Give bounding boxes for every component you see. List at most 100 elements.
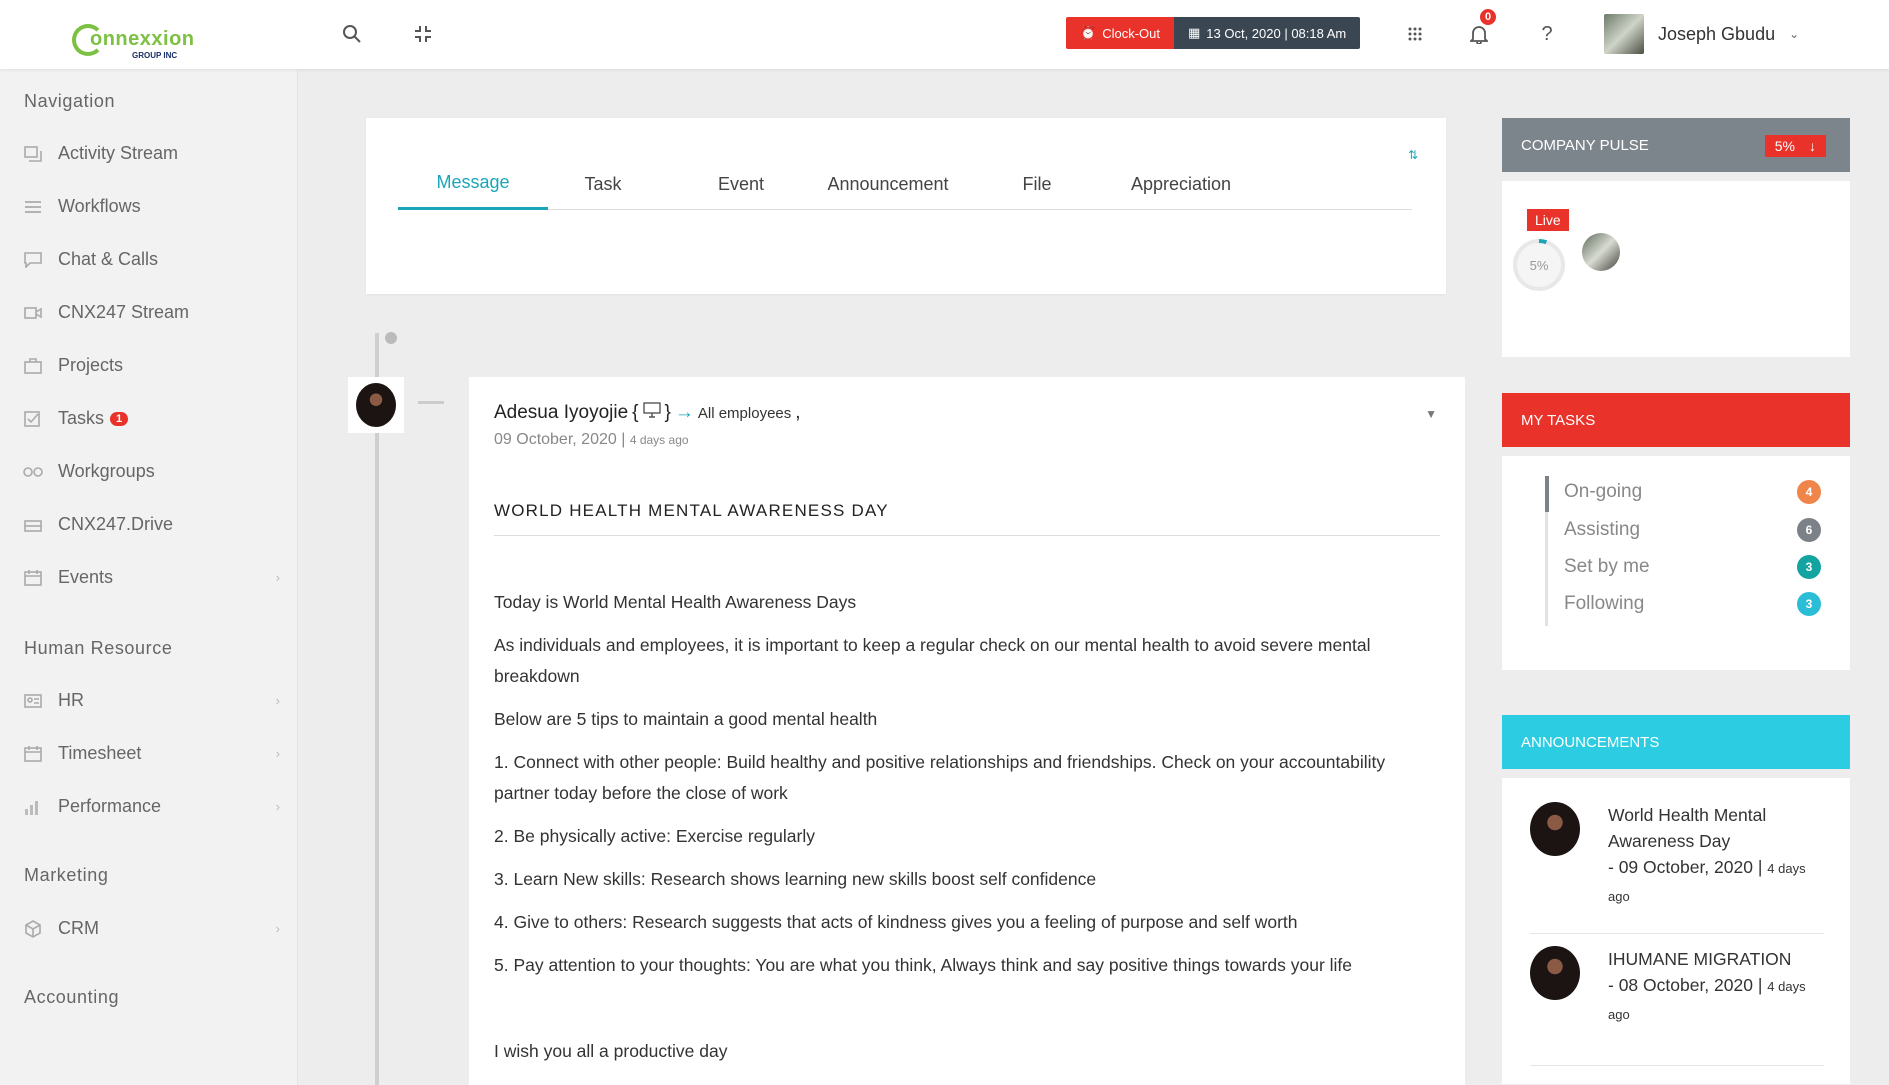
tasks-icon <box>22 410 44 428</box>
date-time-display: ▦ 13 Oct, 2020 | 08:18 Am <box>1173 17 1361 49</box>
sidebar-item-workgroups[interactable]: Workgroups <box>22 461 280 482</box>
post-audience[interactable]: All employees <box>698 405 791 422</box>
pulse-user-avatar[interactable] <box>1582 233 1620 271</box>
post-meta: 09 October, 2020 | 4 days ago <box>494 431 689 448</box>
announcement-text: World Health Mental Awareness Day - 09 O… <box>1608 802 1824 910</box>
sidebar-item-label: Timesheet <box>58 743 142 763</box>
sidebar: Navigation Activity Stream Workflows Cha… <box>0 69 298 1085</box>
compress-icon[interactable] <box>408 19 438 49</box>
announcement-item[interactable]: World Health Mental Awareness Day - 09 O… <box>1530 802 1824 934</box>
pulse-gauge-label: 5% <box>1529 257 1549 273</box>
post-paragraph: 5. Pay attention to your thoughts: You a… <box>494 955 1353 975</box>
post-paragraph: Today is World Mental Health Awareness D… <box>494 592 857 612</box>
task-row-assisting[interactable]: Assisting 6 <box>1546 518 1821 542</box>
activity-stream-icon <box>22 145 44 163</box>
performance-icon <box>22 798 44 816</box>
post-composer: Message Task Event Announcement File App… <box>366 118 1446 294</box>
tab-announcement[interactable]: Announcement <box>824 158 952 210</box>
my-tasks-header: MY TASKS <box>1502 393 1850 447</box>
task-row-following[interactable]: Following 3 <box>1546 592 1821 616</box>
announcements-title: ANNOUNCEMENTS <box>1521 733 1660 751</box>
timesheet-icon <box>22 745 44 763</box>
chevron-right-icon: › <box>275 746 280 761</box>
tab-file[interactable]: File <box>952 158 1122 210</box>
post-paragraph: 2. Be physically active: Exercise regula… <box>494 826 815 846</box>
sidebar-item-chat-calls[interactable]: Chat & Calls <box>22 249 280 270</box>
sidebar-item-hr[interactable]: HR › <box>22 690 280 711</box>
arrow-right-icon: → <box>674 402 694 423</box>
task-count-badge: 3 <box>1797 555 1821 579</box>
announcement-author-avatar <box>1530 802 1580 856</box>
sidebar-item-label: Performance <box>58 796 162 816</box>
task-row-set-by-me[interactable]: Set by me 3 <box>1546 555 1821 579</box>
company-pulse-body: Live 5% <box>1502 181 1850 357</box>
sidebar-item-label: CRM <box>58 918 99 938</box>
company-logo[interactable]: onnexxion GROUP INC <box>72 20 194 62</box>
user-avatar <box>1604 14 1644 54</box>
post-author-name[interactable]: Adesua Iyoyojie <box>494 402 628 424</box>
my-tasks-body: On-going 4 Assisting 6 Set by me 3 Follo… <box>1502 456 1850 670</box>
task-row-label: Set by me <box>1564 556 1650 577</box>
sidebar-item-activity-stream[interactable]: Activity Stream <box>22 143 280 164</box>
alarm-icon: ⏰ <box>1080 25 1097 40</box>
drive-icon <box>22 516 44 534</box>
sidebar-item-timesheet[interactable]: Timesheet › <box>22 743 280 764</box>
tab-appreciation[interactable]: Appreciation <box>1122 158 1240 210</box>
section-human-resource: Human Resource <box>24 638 173 658</box>
task-row-ongoing[interactable]: On-going 4 <box>1546 480 1821 504</box>
sidebar-item-performance[interactable]: Performance › <box>22 796 280 817</box>
sidebar-item-label: Events <box>58 567 114 587</box>
timeline-dot <box>385 332 397 344</box>
post-title: WORLD HEALTH MENTAL AWARENESS DAY <box>494 501 1440 536</box>
logo-word: onnexxion <box>90 28 195 50</box>
apps-grid-icon[interactable] <box>1400 19 1430 49</box>
sidebar-item-drive[interactable]: CNX247.Drive <box>22 514 280 535</box>
post-author-avatar[interactable] <box>348 377 404 433</box>
chevron-down-icon: ⌄ <box>1789 27 1800 41</box>
my-tasks-widget: MY TASKS On-going 4 Assisting 6 Set by m… <box>1502 393 1850 670</box>
hr-icon <box>22 692 44 710</box>
user-name: Joseph Gbudu <box>1658 23 1776 44</box>
events-icon <box>22 569 44 587</box>
sidebar-item-crm[interactable]: CRM › <box>22 918 280 939</box>
sidebar-item-workflows[interactable]: Workflows <box>22 196 280 217</box>
my-tasks-title: MY TASKS <box>1521 411 1596 429</box>
post-date: 09 October, 2020 <box>494 431 617 448</box>
post-ago: 4 days ago <box>629 433 689 447</box>
sidebar-item-label: Workgroups <box>58 461 155 481</box>
tab-task[interactable]: Task <box>548 158 658 210</box>
sidebar-item-tasks[interactable]: Tasks 1 <box>22 408 280 429</box>
announcement-title[interactable]: World Health Mental Awareness Day <box>1608 802 1798 854</box>
tab-message[interactable]: Message <box>398 158 548 210</box>
announcement-title[interactable]: IHUMANE MIGRATION <box>1608 946 1808 972</box>
date-time-text: 13 Oct, 2020 | 08:18 Am <box>1206 25 1347 41</box>
announcement-text: IHUMANE MIGRATION - 08 October, 2020 | 4… <box>1608 946 1824 1028</box>
search-icon[interactable] <box>337 19 367 49</box>
sort-arrows-icon[interactable]: ⇅ <box>1408 148 1418 162</box>
announcements-body: World Health Mental Awareness Day - 09 O… <box>1502 778 1850 1084</box>
tab-event[interactable]: Event <box>658 158 824 210</box>
sidebar-item-cnx247-stream[interactable]: CNX247 Stream <box>22 302 280 323</box>
task-count-badge: 4 <box>1797 480 1821 504</box>
task-count-badge: 6 <box>1797 518 1821 542</box>
clock-out-button[interactable]: ⏰ Clock-Out <box>1066 17 1174 49</box>
post-paragraph: 3. Learn New skills: Research shows lear… <box>494 869 1097 889</box>
post-header: Adesua Iyoyojie { } → All employees , <box>494 402 801 424</box>
sidebar-item-label: Chat & Calls <box>58 249 159 269</box>
projects-icon <box>22 357 44 375</box>
sidebar-item-projects[interactable]: Projects <box>22 355 280 376</box>
timeline-connector <box>418 401 444 404</box>
post-options-caret-icon[interactable]: ▼ <box>1425 407 1437 421</box>
arrow-down-icon: ↓ <box>1809 138 1816 154</box>
crm-icon <box>22 919 44 938</box>
sidebar-item-events[interactable]: Events › <box>22 567 280 588</box>
section-navigation: Navigation <box>24 91 116 111</box>
help-icon[interactable]: ? <box>1532 19 1562 49</box>
post-body: Today is World Mental Health Awareness D… <box>494 587 1444 1079</box>
announcement-item[interactable]: IHUMANE MIGRATION - 08 October, 2020 | 4… <box>1530 946 1824 1066</box>
post-paragraph: Below are 5 tips to maintain a good ment… <box>494 709 878 729</box>
user-menu[interactable]: Joseph Gbudu ⌄ <box>1604 14 1799 54</box>
clock-out-label: Clock-Out <box>1102 25 1160 41</box>
chevron-right-icon: › <box>275 570 280 585</box>
chevron-right-icon: › <box>275 921 280 936</box>
